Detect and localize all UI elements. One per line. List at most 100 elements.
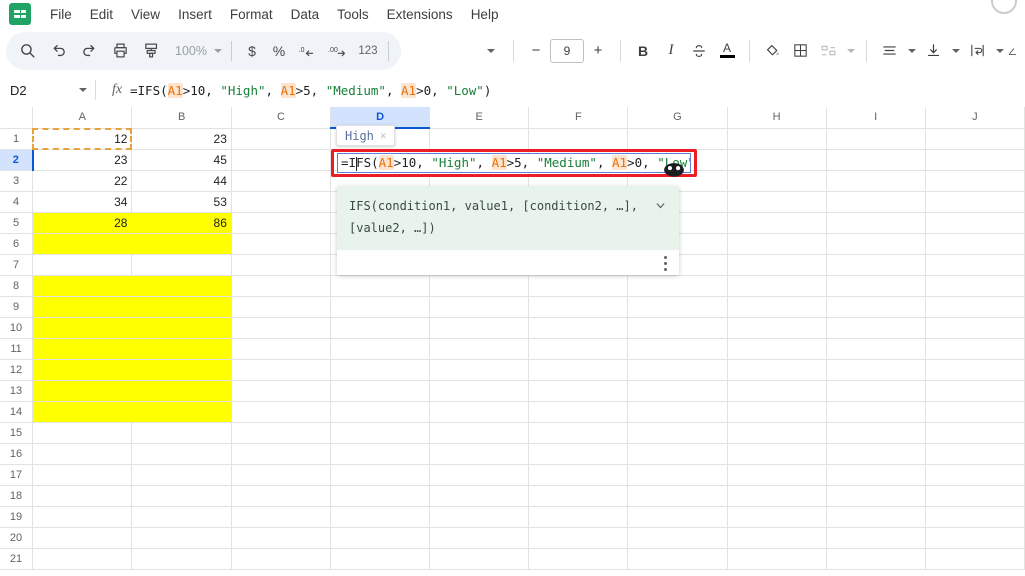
cell-j8[interactable] (924, 274, 1025, 297)
cell-g1[interactable] (627, 127, 728, 150)
cell-c6[interactable] (230, 232, 332, 255)
row-header-4[interactable]: 4 (0, 190, 34, 213)
cell-g15[interactable] (627, 421, 728, 444)
cell-e21[interactable] (429, 547, 530, 570)
cell-j6[interactable] (924, 232, 1025, 255)
cell-a8[interactable] (32, 274, 133, 297)
cell-b15[interactable] (131, 421, 232, 444)
cell-e14[interactable] (429, 400, 530, 423)
cell-c13[interactable] (230, 379, 332, 402)
cell-b16[interactable] (131, 442, 232, 465)
cell-a17[interactable] (32, 463, 133, 486)
cell-e15[interactable] (429, 421, 530, 444)
cell-a13[interactable] (32, 379, 133, 402)
cell-h17[interactable] (726, 463, 827, 486)
row-header-9[interactable]: 9 (0, 295, 34, 318)
print-icon[interactable] (105, 36, 135, 66)
close-icon[interactable]: × (380, 129, 387, 142)
cell-e8[interactable] (429, 274, 530, 297)
chevron-down-icon[interactable] (949, 37, 963, 65)
cell-e13[interactable] (429, 379, 530, 402)
cell-h21[interactable] (726, 547, 827, 570)
horizontal-align-icon[interactable] (875, 37, 903, 65)
column-header-e[interactable]: E (429, 107, 530, 129)
cell-d19[interactable] (329, 505, 431, 528)
cell-j14[interactable] (924, 400, 1025, 423)
cell-a14[interactable] (32, 400, 133, 423)
decrease-font-size-button[interactable]: − (522, 37, 550, 65)
menu-tools[interactable]: Tools (328, 4, 378, 25)
cell-h14[interactable] (726, 400, 827, 423)
chevron-down-icon[interactable] (905, 37, 919, 65)
paint-format-icon[interactable] (136, 36, 166, 66)
borders-icon[interactable] (786, 37, 814, 65)
row-header-2[interactable]: 2 (0, 148, 34, 171)
cell-c5[interactable] (230, 211, 332, 234)
row-header-11[interactable]: 11 (0, 337, 34, 360)
cell-i5[interactable] (825, 211, 926, 234)
cell-c18[interactable] (230, 484, 332, 507)
cell-i17[interactable] (825, 463, 926, 486)
cell-c9[interactable] (230, 295, 332, 318)
cell-c2[interactable] (230, 148, 332, 171)
cell-i2[interactable] (825, 148, 926, 171)
menu-help[interactable]: Help (462, 4, 508, 25)
redo-icon[interactable] (74, 36, 104, 66)
cell-a15[interactable] (32, 421, 133, 444)
cell-g9[interactable] (627, 295, 728, 318)
cell-b3[interactable]: 44 (131, 169, 232, 192)
cell-h7[interactable] (726, 253, 827, 276)
cell-f9[interactable] (528, 295, 629, 318)
cell-e1[interactable] (429, 127, 530, 150)
cell-a1[interactable]: 12 (32, 127, 134, 150)
cell-i16[interactable] (825, 442, 926, 465)
cell-h16[interactable] (726, 442, 827, 465)
row-header-1[interactable]: 1 (0, 127, 34, 150)
cell-a11[interactable] (32, 337, 133, 360)
menu-file[interactable]: File (41, 4, 81, 25)
cell-g17[interactable] (627, 463, 728, 486)
cell-e20[interactable] (429, 526, 530, 549)
font-size-input[interactable]: 9 (550, 38, 584, 63)
cell-j4[interactable] (924, 190, 1025, 213)
cell-j3[interactable] (924, 169, 1025, 192)
cell-e10[interactable] (429, 316, 530, 339)
row-header-17[interactable]: 17 (0, 463, 34, 486)
italic-button[interactable]: I (657, 37, 685, 65)
menu-view[interactable]: View (122, 4, 169, 25)
row-header-3[interactable]: 3 (0, 169, 34, 192)
cell-h10[interactable] (726, 316, 827, 339)
cell-d9[interactable] (329, 295, 431, 318)
account-avatar-icon[interactable] (991, 0, 1017, 14)
column-header-a[interactable]: A (32, 107, 133, 129)
cell-f12[interactable] (528, 358, 629, 381)
cell-j21[interactable] (924, 547, 1025, 570)
row-header-14[interactable]: 14 (0, 400, 34, 423)
vertical-align-icon[interactable] (919, 37, 947, 65)
cell-b21[interactable] (131, 547, 232, 570)
cell-c7[interactable] (230, 253, 332, 276)
cell-a5[interactable]: 28 (32, 211, 133, 234)
cell-h18[interactable] (726, 484, 827, 507)
cell-i21[interactable] (825, 547, 926, 570)
cell-d12[interactable] (329, 358, 431, 381)
cell-a12[interactable] (32, 358, 133, 381)
cell-g11[interactable] (627, 337, 728, 360)
menu-extensions[interactable]: Extensions (378, 4, 462, 25)
cell-g20[interactable] (627, 526, 728, 549)
cell-g13[interactable] (627, 379, 728, 402)
cell-b13[interactable] (131, 379, 232, 402)
cell-b14[interactable] (131, 400, 232, 423)
cell-h15[interactable] (726, 421, 827, 444)
cell-i3[interactable] (825, 169, 926, 192)
cell-f10[interactable] (528, 316, 629, 339)
cell-j15[interactable] (924, 421, 1025, 444)
cell-i7[interactable] (825, 253, 926, 276)
cell-h11[interactable] (726, 337, 827, 360)
text-wrap-icon[interactable] (963, 37, 991, 65)
select-all-corner[interactable] (0, 107, 34, 129)
percent-format-button[interactable]: % (266, 36, 292, 66)
menu-format[interactable]: Format (221, 4, 282, 25)
cell-f15[interactable] (528, 421, 629, 444)
cell-c17[interactable] (230, 463, 332, 486)
